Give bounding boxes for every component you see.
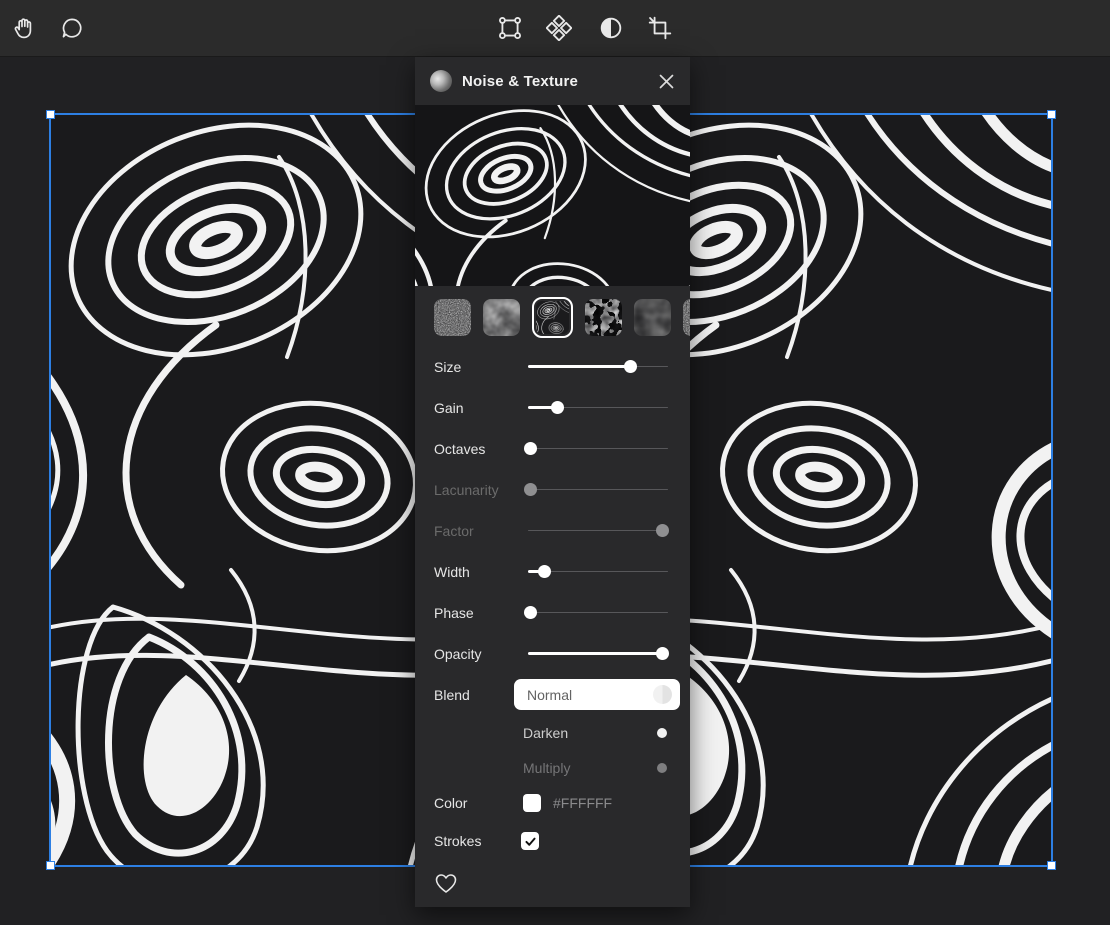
pattern-tool-icon[interactable] xyxy=(545,14,573,42)
slider-knob[interactable] xyxy=(524,483,537,496)
comment-tool-icon[interactable] xyxy=(58,14,86,42)
blend-selected-value: Normal xyxy=(527,687,572,703)
thumbnail-cell-pattern[interactable] xyxy=(634,299,671,336)
blend-option-list: Darken Multiply xyxy=(415,715,690,785)
slider-label: Gain xyxy=(434,400,528,416)
slider-track-base xyxy=(528,612,668,614)
slider-knob[interactable] xyxy=(538,565,551,578)
thumbnail-static-noise[interactable] xyxy=(434,299,471,336)
color-swatch[interactable] xyxy=(523,794,541,812)
slider-track-fill xyxy=(528,652,662,655)
slider-track-base xyxy=(528,448,668,450)
slider-label: Phase xyxy=(434,605,528,621)
transform-tool-icon[interactable] xyxy=(496,14,524,42)
slider-track-base xyxy=(528,489,668,491)
blend-mode-icon xyxy=(653,685,672,704)
selection-handle-top-right[interactable] xyxy=(1047,110,1056,119)
slider-label: Factor xyxy=(434,523,528,539)
plugin-controls: Size Gain Octaves Lacunarity Fac xyxy=(415,346,690,906)
slider-row: Opacity xyxy=(415,633,690,674)
slider-track[interactable] xyxy=(528,442,668,456)
blend-mode-select[interactable]: Normal xyxy=(514,679,680,710)
noise-texture-plugin-panel: Noise & Texture xyxy=(415,57,690,907)
slider-label: Size xyxy=(434,359,528,375)
selection-handle-bottom-right[interactable] xyxy=(1047,861,1056,870)
slider-track-base xyxy=(528,530,668,532)
selection-handle-bottom-left[interactable] xyxy=(46,861,55,870)
slider-knob[interactable] xyxy=(624,360,637,373)
slider-track[interactable] xyxy=(528,565,668,579)
slider-knob[interactable] xyxy=(656,524,669,537)
slider-track[interactable] xyxy=(528,606,668,620)
blend-option-label: Darken xyxy=(523,725,568,741)
slider-label: Octaves xyxy=(434,441,528,457)
slider-knob[interactable] xyxy=(524,442,537,455)
blend-row: Blend Normal xyxy=(415,674,690,715)
slider-row: Phase xyxy=(415,592,690,633)
plugin-header: Noise & Texture xyxy=(415,57,690,105)
blend-label: Blend xyxy=(434,687,514,703)
slider-row: Octaves xyxy=(415,428,690,469)
texture-preview[interactable] xyxy=(415,105,690,286)
strokes-checkbox[interactable] xyxy=(521,832,539,850)
blend-option-dot-icon xyxy=(657,763,667,773)
slider-track[interactable] xyxy=(528,524,668,538)
slider-row: Lacunarity xyxy=(415,469,690,510)
thumbnail-blob-pattern[interactable] xyxy=(585,299,622,336)
color-label: Color xyxy=(434,795,523,811)
slider-knob[interactable] xyxy=(656,647,669,660)
thumbnail-soft-noise[interactable] xyxy=(483,299,520,336)
slider-knob[interactable] xyxy=(551,401,564,414)
crop-tool-icon[interactable] xyxy=(646,14,674,42)
plugin-footer xyxy=(415,862,690,906)
slider-label: Width xyxy=(434,564,528,580)
slider-row: Factor xyxy=(415,510,690,551)
slider-track[interactable] xyxy=(528,647,668,661)
slider-row: Gain xyxy=(415,387,690,428)
slider-label: Opacity xyxy=(434,646,528,662)
texture-thumbnail-row xyxy=(415,297,690,338)
slider-list: Size Gain Octaves Lacunarity Fac xyxy=(415,346,690,674)
blend-option[interactable]: Darken xyxy=(415,715,690,750)
slider-track-fill xyxy=(528,365,630,368)
slider-track[interactable] xyxy=(528,401,668,415)
blend-option-label: Multiply xyxy=(523,760,570,776)
top-toolbar xyxy=(0,0,1110,57)
blend-option-dot-icon xyxy=(657,728,667,738)
plugin-title: Noise & Texture xyxy=(462,73,578,90)
slider-row: Size xyxy=(415,346,690,387)
favorite-heart-icon[interactable] xyxy=(434,872,458,896)
plugin-logo-icon xyxy=(430,70,452,92)
blend-option[interactable]: Multiply xyxy=(415,750,690,785)
slider-track[interactable] xyxy=(528,483,668,497)
color-hex-value: #FFFFFF xyxy=(553,795,612,811)
slider-knob[interactable] xyxy=(524,606,537,619)
selection-handle-top-left[interactable] xyxy=(46,110,55,119)
close-icon[interactable] xyxy=(654,69,678,93)
thumbnail-clipped[interactable] xyxy=(683,299,690,336)
hand-tool-icon[interactable] xyxy=(10,14,38,42)
slider-track[interactable] xyxy=(528,360,668,374)
strokes-label: Strokes xyxy=(434,833,521,849)
slider-row: Width xyxy=(415,551,690,592)
contrast-tool-icon[interactable] xyxy=(597,14,625,42)
thumbnail-contour-lines[interactable] xyxy=(532,297,573,338)
strokes-row: Strokes xyxy=(415,820,690,862)
color-row: Color #FFFFFF xyxy=(415,785,690,820)
slider-label: Lacunarity xyxy=(434,482,528,498)
